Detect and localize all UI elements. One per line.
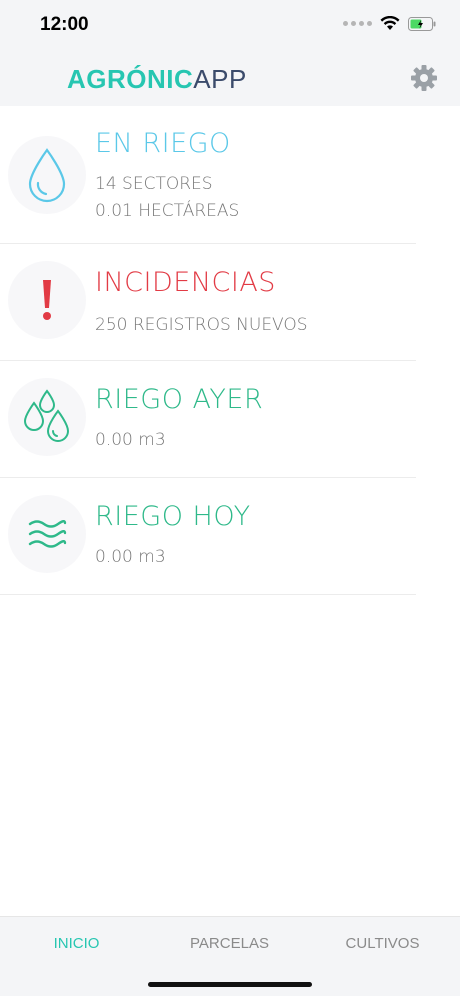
logo-light: APP xyxy=(193,64,247,94)
exclamation-icon xyxy=(43,280,51,320)
item-title: RIEGO AYER xyxy=(95,384,264,415)
item-detail: 0.00 m3 xyxy=(95,430,166,450)
dashboard-list: EN RIEGO 14 SECTORES 0.01 HECTÁREAS INCI… xyxy=(0,106,460,595)
gear-icon[interactable] xyxy=(410,64,438,92)
battery-icon xyxy=(408,16,436,31)
divider xyxy=(0,594,416,595)
icon-circle xyxy=(8,136,86,214)
app-logo: AGRÓNICAPP xyxy=(67,64,247,95)
home-indicator[interactable] xyxy=(148,982,312,987)
item-riego-ayer[interactable]: RIEGO AYER 0.00 m3 xyxy=(0,360,460,478)
icon-circle xyxy=(8,495,86,573)
signal-icon xyxy=(343,21,372,26)
item-detail: 250 REGISTROS NUEVOS xyxy=(95,315,308,335)
logo-strong: AGRÓNIC xyxy=(67,64,194,94)
app-header: AGRÓNICAPP xyxy=(0,50,460,106)
tab-parcelas[interactable]: PARCELAS xyxy=(153,935,306,952)
water-drops-icon xyxy=(23,389,70,442)
item-detail: 0.00 m3 xyxy=(95,547,166,567)
item-title: INCIDENCIAS xyxy=(95,267,276,298)
wifi-icon xyxy=(380,16,400,30)
item-en-riego[interactable]: EN RIEGO 14 SECTORES 0.01 HECTÁREAS xyxy=(0,106,460,244)
item-title: RIEGO HOY xyxy=(95,501,251,532)
item-riego-hoy[interactable]: RIEGO HOY 0.00 m3 xyxy=(0,477,460,595)
status-bar: 12:00 xyxy=(0,0,460,50)
status-time: 12:00 xyxy=(40,14,89,35)
status-icons xyxy=(343,16,436,31)
tab-cultivos[interactable]: CULTIVOS xyxy=(306,935,459,952)
item-incidencias[interactable]: INCIDENCIAS 250 REGISTROS NUEVOS xyxy=(0,243,460,361)
waves-icon xyxy=(28,520,67,548)
item-detail: 14 SECTORES xyxy=(95,174,213,194)
item-detail: 0.01 HECTÁREAS xyxy=(95,201,240,221)
tab-inicio[interactable]: INICIO xyxy=(0,935,153,952)
icon-circle xyxy=(8,378,86,456)
icon-circle xyxy=(8,261,86,339)
item-title: EN RIEGO xyxy=(95,128,231,159)
water-drop-icon xyxy=(28,148,66,203)
